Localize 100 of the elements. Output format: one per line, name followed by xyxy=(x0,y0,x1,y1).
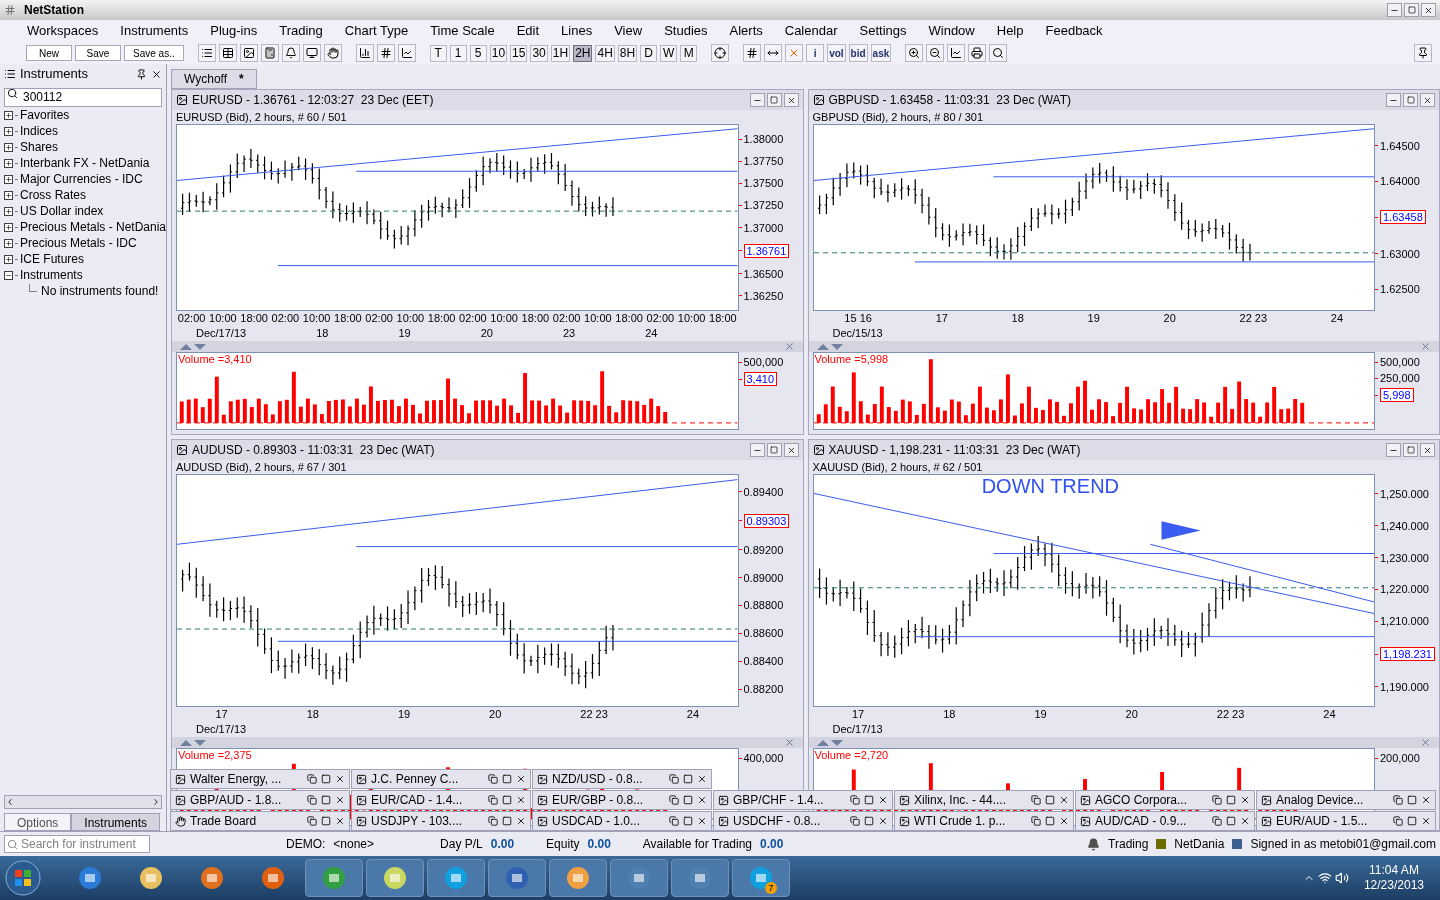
timescale-button[interactable]: 8H xyxy=(617,44,638,62)
close-button[interactable] xyxy=(1421,3,1436,17)
toolbar-button[interactable] xyxy=(376,44,395,62)
maximize-icon[interactable] xyxy=(683,795,693,805)
maximize-icon[interactable] xyxy=(502,774,512,784)
maximize-icon[interactable] xyxy=(683,816,693,826)
minimized-window[interactable]: Xilinx, Inc. - 44.... xyxy=(894,790,1074,810)
close-button[interactable] xyxy=(783,443,799,457)
restore-icon[interactable] xyxy=(307,816,317,826)
tree-item[interactable]: ICE Futures xyxy=(4,251,166,267)
menu-item[interactable]: Feedback xyxy=(1045,21,1103,41)
toolbar-button[interactable]: bid xyxy=(848,44,868,62)
menu-item[interactable]: Edit xyxy=(516,21,540,41)
maximize-icon[interactable] xyxy=(1045,795,1055,805)
menu-item[interactable]: Time Scale xyxy=(430,21,495,41)
timescale-button[interactable]: D xyxy=(640,44,658,62)
timescale-button[interactable]: 4H xyxy=(595,44,615,62)
pin-icon[interactable] xyxy=(136,68,147,80)
minimized-window[interactable]: Trade Board xyxy=(170,811,350,831)
workspace-tab[interactable]: Wychoff * xyxy=(171,69,257,89)
taskbar-button[interactable] xyxy=(366,859,424,897)
close-panel-icon[interactable] xyxy=(1420,341,1431,352)
restore-icon[interactable] xyxy=(488,774,498,784)
scroll-right-icon[interactable] xyxy=(151,797,161,807)
panel-tab[interactable]: Options xyxy=(4,813,72,831)
restore-icon[interactable] xyxy=(307,795,317,805)
toolbar-button[interactable] xyxy=(905,44,924,62)
tree-item[interactable]: Shares xyxy=(4,139,166,155)
tree-item[interactable]: Major Currencies - IDC xyxy=(4,171,166,187)
tree-item[interactable]: Instruments xyxy=(4,267,166,283)
toolbar-button[interactable] xyxy=(989,44,1008,62)
toolbar-button[interactable] xyxy=(1414,44,1432,62)
tree-item[interactable]: US Dollar index xyxy=(4,203,166,219)
toolbar-button[interactable] xyxy=(218,44,237,62)
menu-item[interactable]: Studies xyxy=(664,21,708,41)
minimized-window[interactable]: GBP/AUD - 1.8... xyxy=(170,790,350,810)
menu-item[interactable]: Calendar xyxy=(784,21,838,41)
toolbar-button[interactable] xyxy=(281,44,300,62)
toolbar-button[interactable] xyxy=(968,44,987,62)
clock[interactable]: 11:04 AM 12/23/2013 xyxy=(1351,863,1436,893)
minimized-window[interactable]: EUR/AUD - 1.5... xyxy=(1256,811,1436,831)
close-icon[interactable] xyxy=(335,774,345,784)
restore-icon[interactable] xyxy=(488,795,498,805)
menu-item[interactable]: Help xyxy=(996,21,1024,41)
restore-icon[interactable] xyxy=(669,774,679,784)
close-icon[interactable] xyxy=(1421,816,1431,826)
minimize-button[interactable] xyxy=(1386,93,1401,107)
menu-item[interactable]: Plug-ins xyxy=(210,21,258,41)
maximize-icon[interactable] xyxy=(1407,816,1417,826)
menu-item[interactable]: Window xyxy=(928,21,975,41)
maximize-icon[interactable] xyxy=(502,816,512,826)
scroll-left-icon[interactable] xyxy=(5,797,15,807)
close-panel-icon[interactable] xyxy=(1420,737,1431,748)
restore-icon[interactable] xyxy=(1031,816,1041,826)
toolbar-text-button[interactable]: Save xyxy=(75,45,121,61)
minimized-window[interactable]: Analog Device... xyxy=(1256,790,1436,810)
close-icon[interactable] xyxy=(516,816,526,826)
panel-tab[interactable]: Instruments xyxy=(71,813,161,831)
tree-item[interactable]: Cross Rates xyxy=(4,187,166,203)
timescale-button[interactable]: T xyxy=(429,44,447,62)
close-icon[interactable] xyxy=(1240,795,1250,805)
network-icon[interactable] xyxy=(1317,871,1332,885)
restore-icon[interactable] xyxy=(669,795,679,805)
minimized-window[interactable]: EUR/CAD - 1.4... xyxy=(351,790,531,810)
close-icon[interactable] xyxy=(1059,795,1069,805)
maximize-icon[interactable] xyxy=(321,795,331,805)
maximize-icon[interactable] xyxy=(1226,795,1236,805)
close-icon[interactable] xyxy=(335,816,345,826)
tree-item[interactable]: Favorites xyxy=(4,107,166,123)
close-button[interactable] xyxy=(1420,443,1435,457)
close-icon[interactable] xyxy=(1240,816,1250,826)
toolbar-button[interactable] xyxy=(743,44,762,62)
maximize-icon[interactable] xyxy=(864,795,874,805)
minimized-window[interactable]: J.C. Penney C... xyxy=(351,769,531,789)
maximize-icon[interactable] xyxy=(1045,816,1055,826)
minimized-window[interactable]: EUR/GBP - 0.8... xyxy=(532,790,712,810)
close-button[interactable] xyxy=(783,93,799,107)
menu-item[interactable]: Lines xyxy=(561,21,593,41)
minimized-window[interactable]: USDCHF - 0.8... xyxy=(713,811,893,831)
timescale-button[interactable]: 10 xyxy=(489,44,508,62)
toolbar-button[interactable] xyxy=(239,44,258,62)
minimized-window[interactable]: Walter Energy, ... xyxy=(170,769,350,789)
restore-icon[interactable] xyxy=(850,816,860,826)
toolbar-button[interactable]: vol xyxy=(827,44,846,62)
restore-icon[interactable] xyxy=(1212,816,1222,826)
minimized-window[interactable]: AGCO Corpora... xyxy=(1075,790,1255,810)
menu-item[interactable]: View xyxy=(614,21,643,41)
toolbar-button[interactable] xyxy=(323,44,342,62)
close-icon[interactable] xyxy=(878,816,888,826)
maximize-icon[interactable] xyxy=(683,774,693,784)
close-icon[interactable] xyxy=(697,774,707,784)
toolbar-button[interactable]: ask xyxy=(870,44,892,62)
toolbar-button[interactable] xyxy=(947,44,966,62)
timescale-button[interactable]: 5 xyxy=(469,44,487,62)
close-panel-icon[interactable] xyxy=(783,737,795,748)
close-icon[interactable] xyxy=(516,795,526,805)
menu-item[interactable]: Chart Type xyxy=(344,21,409,41)
close-icon[interactable] xyxy=(151,68,162,80)
close-panel-icon[interactable] xyxy=(783,341,795,352)
maximize-icon[interactable] xyxy=(1226,816,1236,826)
